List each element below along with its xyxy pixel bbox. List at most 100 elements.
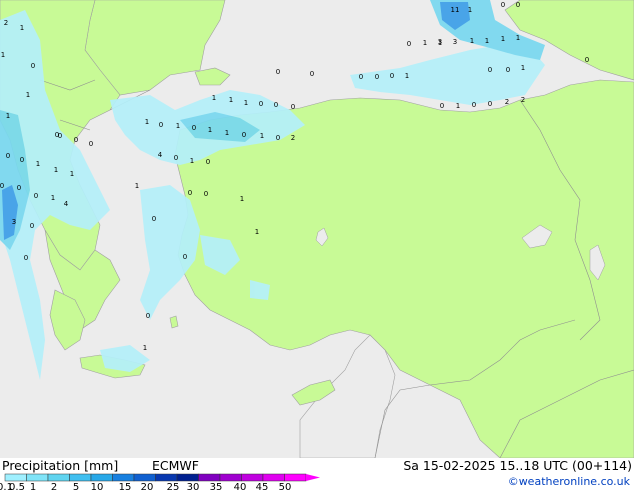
precip-value-label: 1 [240,195,244,203]
scale-tick-label: 1 [29,482,37,493]
scale-tick-label: 15 [118,482,132,493]
precip-value-label: 0 [585,56,589,64]
scale-swatch [284,473,307,482]
scale-swatch [90,473,113,482]
model-name: ECMWF [152,458,199,473]
map-title: Precipitation [mm] [2,458,119,473]
precip-value-label: 1 [229,96,233,104]
precip-value-label: 1 [1,51,5,59]
precip-value-label: 4 [158,151,163,159]
scale-tick-label: 50 [278,482,292,493]
precip-value-label: 0 [74,136,78,144]
precip-value-label: 0 [174,154,178,162]
scale-swatch [198,473,221,482]
precip-value-label: 0 [291,103,295,111]
scale-tick-label: 40 [233,482,247,493]
precip-value-label: 0 [0,182,4,190]
precip-value-label: 1 [135,182,139,190]
precipitation-map: 21101011 10 011 3 3 1 1 1 100 0 100 0 0 0 0 11 1 1 0 0 0 0 1 0 0… [0,0,634,458]
scale-swatch [155,473,178,482]
precip-value-label: 1 [485,37,489,45]
map-footer: Precipitation [mm] ECMWF Sa 15-02-2025 1… [0,458,634,493]
precip-value-label: 0 [34,192,38,200]
precip-value-label: 3 [438,38,442,46]
precip-value-label: 1 [26,91,30,99]
precip-value-label: 1 [501,35,505,43]
precip-value-label: 2 [521,96,525,104]
precip-value-label: 1 [54,166,58,174]
precip-color-scale: 0.1 0.5 1 2 5 10 15 20 25 30 35 40 45 50 [0,472,340,493]
scale-tick-label: 0.5 [9,482,25,493]
precip-value-label: 0 [152,215,156,223]
precip-value-label: 0 [375,73,379,81]
precip-value-label: 1 [260,132,264,140]
scale-swatch [4,473,27,482]
precip-value-label: 1 [176,122,180,130]
copyright-link[interactable]: ©weatheronline.co.uk [508,475,630,488]
precip-value-label: 0 [488,66,492,74]
precip-value-label: 1 [468,6,472,14]
precip-value-label: 0 [20,156,24,164]
precip-value-label: 1 [244,99,248,107]
scale-swatch [176,473,199,482]
precip-value-label: 1 [190,157,194,165]
scale-tick-label: 5 [72,482,80,493]
precip-value-label: 0 [259,100,263,108]
precip-value-label: 0 [242,131,246,139]
precip-value-label: 0 [24,254,28,262]
precip-value-label: 0 [146,312,150,320]
precip-value-label: 0 [89,140,93,148]
precip-value-label: 2 [291,134,295,142]
precip-value-label: 1 [145,118,149,126]
precip-value-label: 1 [516,34,520,42]
precip-value-label: 0 [310,70,314,78]
precip-value-label: 0 [407,40,411,48]
precip-value-label: 0 [206,158,210,166]
precip-value-label: 1 [225,129,229,137]
precip-value-label: 11 [451,6,460,14]
scale-swatch [133,473,156,482]
scale-swatch [47,473,70,482]
precip-value-label: 0 [17,184,21,192]
precip-value-label: 3 [12,218,16,226]
precip-value-label: 0 [501,1,505,9]
scale-swatch [262,473,285,482]
precip-value-label: 0 [359,73,363,81]
precip-value-label: 2 [505,98,509,106]
precip-value-label: 0 [440,102,444,110]
precip-value-label: 0 [274,101,278,109]
scale-tick-label: 30 [186,482,200,493]
precip-value-label: 0 [488,100,492,108]
scale-tick-label: 45 [255,482,269,493]
precip-value-label: 0 [506,66,510,74]
precip-value-label: 3 [453,38,457,46]
precip-value-label: 1 [70,170,74,178]
scale-tick-label: 2 [50,482,58,493]
precip-value-label: 0 [183,253,187,261]
precip-value-label: 1 [470,37,474,45]
precip-value-label: 1 [51,194,55,202]
precip-value-label: 0 [276,68,280,76]
precip-value-label: 0 [30,222,34,230]
precip-value-label: 0 [472,101,476,109]
scale-swatch [112,473,135,482]
scale-tick-label: 10 [90,482,104,493]
scale-swatch [69,473,92,482]
precip-value-label: 0 [6,152,10,160]
precip-value-label: 1 [20,24,24,32]
scale-arrow [306,474,320,481]
precip-value-label: 0 [58,132,62,140]
scale-swatch [219,473,242,482]
precip-value-label: 0 [390,72,394,80]
precip-value-label: 1 [36,160,40,168]
precip-value-label: 1 [456,102,460,110]
weather-map-view: 2 1 1 0 1 0 11 1 0 0 1 1 3 3 1 1 1 1 0 0 0 1 0 0 0 0 0 0 1 1 1 1 0 0 0 0 1 0 0… [0,0,634,493]
precip-value-label: 1 [208,126,212,134]
precip-value-label: 1 [521,64,525,72]
precip-value-label: 0 [159,121,163,129]
precip-value-label: 0 [192,124,196,132]
precip-value-label: 1 [143,344,147,352]
precip-value-label: 1 [212,94,216,102]
precip-value-label: 0 [188,189,192,197]
scale-tick-label: 35 [209,482,223,493]
